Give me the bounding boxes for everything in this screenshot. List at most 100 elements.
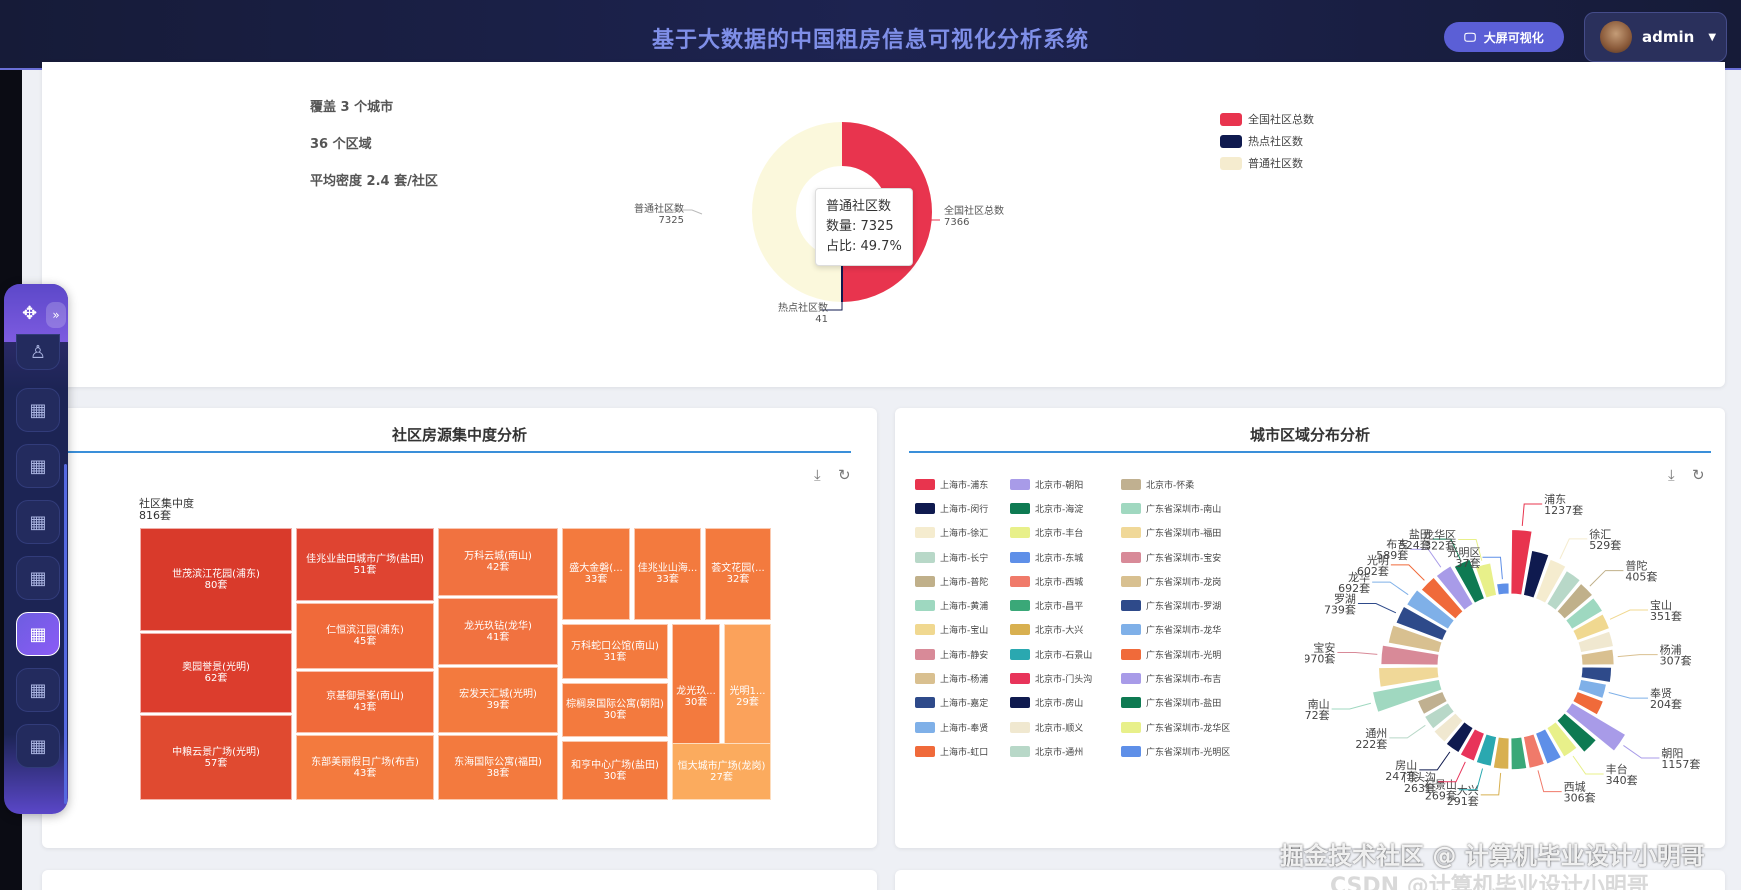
treemap-cell[interactable]: 万科蛇口公馆(南山) 31套 (562, 624, 668, 679)
grid-icon: ▦ (29, 511, 47, 533)
treemap-cell[interactable]: 盛大金磐(... 33套 (562, 528, 630, 620)
sidebar-item-1[interactable]: ▦ (16, 388, 60, 432)
legend-label: 北京市-通州 (1035, 747, 1084, 758)
legend-item[interactable]: 普通社区数 (1220, 152, 1314, 174)
cell-value: 41套 (486, 631, 510, 643)
slice-label-value: 306套 (1564, 792, 1596, 805)
legend-item[interactable]: 上海市-浦东 (915, 472, 988, 496)
label-leader (1589, 570, 1624, 587)
region-card: 城市区域分布分析 ⤓ ↻ 上海市-浦东 上海市-闵行 上海市-徐汇 上海市-长宁 上海市… (895, 408, 1725, 848)
legend-item[interactable]: 北京市-海淀 (1010, 496, 1083, 520)
treemap-chart[interactable]: 世茂滨江花园(浦东) 80套 奥园誉景(光明) 62套 中粮云景广场(光明) 57套 佳兆业… (140, 528, 780, 800)
legend-item[interactable]: 北京市-朝阳 (1010, 472, 1083, 496)
legend-swatch (1010, 551, 1030, 563)
treemap-cell[interactable]: 东部美丽假日广场(布吉) 43套 (296, 735, 434, 800)
legend-item[interactable]: 北京市-通州 (1010, 739, 1083, 763)
legend-item[interactable]: 北京市-丰台 (1010, 521, 1083, 545)
download-icon[interactable]: ⤓ (814, 466, 821, 484)
legend-item[interactable]: 北京市-大兴 (1010, 618, 1083, 642)
legend-item[interactable]: 广东省深圳市-龙岗 (1121, 569, 1221, 593)
legend-item[interactable]: 上海市-奉贤 (915, 715, 988, 739)
legend-item[interactable]: 北京市-东城 (1010, 545, 1083, 569)
refresh-icon[interactable]: ↻ (838, 466, 851, 484)
legend-item[interactable]: 上海市-杨浦 (915, 666, 988, 690)
treemap-cell[interactable]: 荟文花园(... 32套 (705, 528, 771, 620)
sidebar-item-3[interactable]: ▦ (16, 500, 60, 544)
cell-name: 奥园誉景(光明) (182, 662, 250, 673)
sidebar-item-6[interactable]: ▦ (16, 668, 60, 712)
legend-item[interactable]: 上海市-静安 (915, 642, 988, 666)
treemap-cell[interactable]: 仁恒滨江园(浦东) 45套 (296, 603, 434, 669)
legend-item[interactable]: 广东省深圳市-宝安 (1121, 545, 1221, 569)
legend-item[interactable]: 上海市-长宁 (915, 545, 988, 569)
label-leader (1609, 609, 1648, 620)
legend-label: 热点社区数 (1248, 135, 1303, 148)
treemap-cell[interactable]: 京基御景峯(南山) 43套 (296, 671, 434, 733)
label-hot-value: 41 (815, 314, 828, 325)
legend-item[interactable]: 广东省深圳市-布吉 (1121, 666, 1221, 690)
treemap-cell[interactable]: 中粮云景广场(光明) 57套 (140, 715, 292, 800)
legend-item[interactable]: 热点社区数 (1220, 130, 1314, 152)
legend-item[interactable]: 北京市-西城 (1010, 569, 1083, 593)
bigscreen-button[interactable]: 🖵 大屏可视化 (1444, 22, 1564, 52)
legend-item[interactable]: 北京市-昌平 (1010, 594, 1083, 618)
sidebar-item-2[interactable]: ▦ (16, 444, 60, 488)
cell-name: 宏发天汇城(光明) (459, 689, 537, 700)
sidebar-item-4[interactable]: ▦ (16, 556, 60, 600)
slice-label-value: 1372套 (1305, 709, 1330, 722)
legend-label: 北京市-门头沟 (1035, 675, 1093, 686)
legend-item[interactable]: 上海市-普陀 (915, 569, 988, 593)
legend-item[interactable]: 广东省深圳市-南山 (1121, 496, 1221, 520)
legend-item[interactable]: 北京市-石景山 (1010, 642, 1092, 666)
legend-item[interactable]: 上海市-宝山 (915, 618, 988, 642)
legend-item[interactable]: 北京市-房山 (1010, 691, 1083, 715)
rose-slice[interactable] (1495, 582, 1510, 596)
treemap-cell[interactable]: 宏发天汇城(光明) 39套 (438, 667, 558, 733)
legend-item[interactable]: 北京市-门头沟 (1010, 666, 1092, 690)
legend-item[interactable]: 上海市-黄浦 (915, 594, 988, 618)
sidebar-item-7[interactable]: ▦ (16, 724, 60, 768)
legend-label: 北京市-海淀 (1035, 504, 1084, 515)
legend-item[interactable]: 上海市-闵行 (915, 496, 988, 520)
region-rose-chart[interactable]: 浦东1237套徐汇529套普陀405套宝山351套杨浦307套奉贤204套朝阳1… (1305, 448, 1741, 828)
legend-item[interactable]: 广东省深圳市-福田 (1121, 521, 1221, 545)
sidebar-scrollbar[interactable] (64, 464, 67, 804)
legend-item[interactable]: 北京市-怀柔 (1121, 472, 1194, 496)
user-menu[interactable]: admin ▼ (1584, 12, 1727, 62)
cell-name: 荟文花园(... (711, 563, 765, 574)
treemap-cell[interactable]: 棕榈泉国际公寓(朝阳) 30套 (562, 683, 668, 737)
cell-name: 和亨中心广场(盐田) (571, 759, 659, 771)
label-leader (1372, 581, 1409, 596)
legend-item[interactable]: 全国社区总数 (1220, 108, 1314, 130)
legend-item[interactable]: 北京市-顺义 (1010, 715, 1083, 739)
legend-item[interactable]: 广东省深圳市-龙华 (1121, 618, 1221, 642)
cell-name: 京基御景峯(南山) (326, 691, 404, 702)
treemap-cell[interactable]: 佳兆业山海... 33套 (634, 528, 701, 620)
sidebar-item-user[interactable]: ♙ (16, 334, 60, 370)
legend-item[interactable]: 上海市-虹口 (915, 739, 988, 763)
treemap-cell[interactable]: 世茂滨江花园(浦东) 80套 (140, 528, 292, 631)
chart-tooltip: 普通社区数 数量: 7325 占比: 49.7% (815, 188, 913, 266)
legend-item[interactable]: 广东省深圳市-龙华区 (1121, 715, 1230, 739)
legend-swatch (1121, 527, 1141, 539)
legend-swatch (1121, 673, 1141, 685)
treemap-cell[interactable]: 奥园誉景(光明) 62套 (140, 633, 292, 713)
legend-item[interactable]: 广东省深圳市-盐田 (1121, 691, 1221, 715)
treemap-cell[interactable]: 恒大城市广场(龙岗) 27套 (672, 743, 771, 800)
treemap-cell[interactable]: 万科云城(南山) 42套 (438, 528, 558, 596)
grid-icon: ▦ (29, 735, 47, 757)
legend-item[interactable]: 广东省深圳市-光明 (1121, 642, 1221, 666)
treemap-cell[interactable]: 佳兆业盐田城市广场(盐田) 51套 (296, 528, 434, 601)
collapse-icon[interactable]: » (46, 302, 66, 328)
legend-item[interactable]: 广东省深圳市-光明区 (1121, 739, 1230, 763)
legend-item[interactable]: 广东省深圳市-罗湖 (1121, 594, 1221, 618)
treemap-cell[interactable]: 龙光玖钻(龙华) 41套 (438, 598, 558, 665)
treemap-cell[interactable]: 东海国际公寓(福田) 38套 (438, 735, 558, 800)
legend-item[interactable]: 上海市-徐汇 (915, 521, 988, 545)
legend-item[interactable]: 上海市-嘉定 (915, 691, 988, 715)
legend-swatch (1010, 575, 1030, 587)
label-leader (1389, 724, 1426, 739)
sidebar-item-5-active[interactable]: ▦ (16, 612, 60, 656)
label-leader (1480, 772, 1502, 796)
treemap-cell[interactable]: 和亨中心广场(盐田) 30套 (562, 741, 668, 800)
